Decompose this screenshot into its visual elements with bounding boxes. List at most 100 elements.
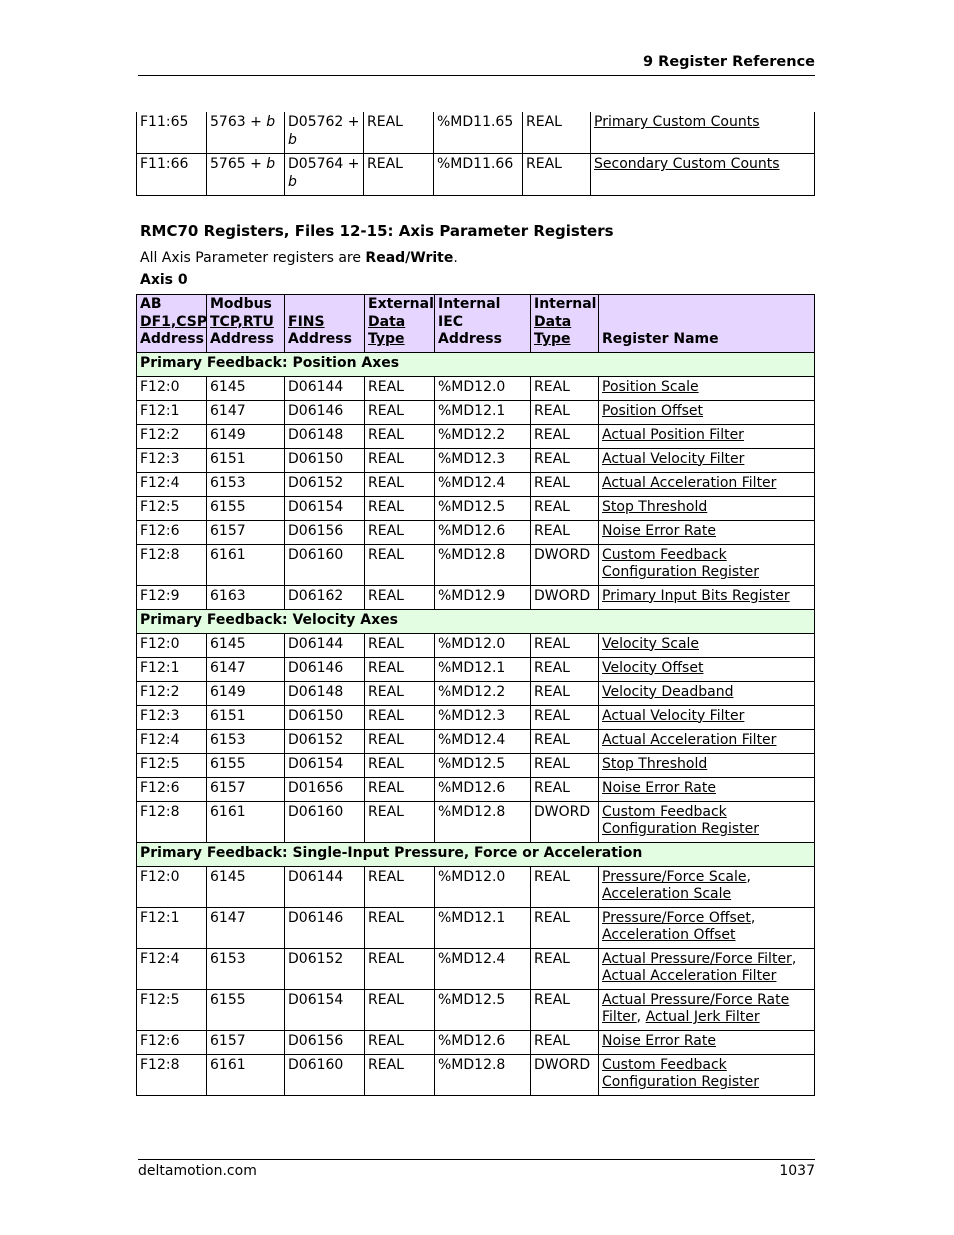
fins-address-cell: D06144 — [284, 375, 365, 401]
modbus-address-cell: 5763 + b — [206, 112, 285, 154]
register-link[interactable]: Position Scale — [602, 379, 699, 395]
modbus-address-cell: 6155 — [206, 752, 285, 778]
link-int-data[interactable]: Data — [534, 314, 571, 330]
table-row: F12:6 6157 D06156 REAL %MD12.6 REAL Noise Erro… — [136, 519, 815, 545]
page-footer: deltamotion.com 1037 — [138, 1159, 815, 1179]
modbus-address-cell: 6157 — [206, 1029, 285, 1055]
modbus-address-cell: 6149 — [206, 423, 285, 449]
register-link[interactable]: Velocity Scale — [602, 636, 699, 652]
register-link[interactable]: Pressure/Force Offset — [602, 910, 751, 926]
ab-address-cell: F12:6 — [136, 519, 207, 545]
register-link[interactable]: Noise Error Rate — [602, 1033, 716, 1049]
register-link[interactable]: Actual Acceleration Filter — [602, 732, 776, 748]
register-name-cell: Noise Error Rate — [598, 519, 815, 545]
internal-type-cell: REAL — [530, 632, 599, 658]
register-link[interactable]: Actual Jerk Filter — [646, 1009, 760, 1025]
table-row: F12:5 6155 D06154 REAL %MD12.5 REAL Stop Thres… — [136, 752, 815, 778]
register-link[interactable]: Position Offset — [602, 403, 703, 419]
register-name-cell: Position Scale — [598, 375, 815, 401]
link-df1-csp[interactable]: DF1,CSP — [140, 314, 207, 330]
ab-address-cell: F12:5 — [136, 752, 207, 778]
col-ab-address: AB DF1,CSP Address — [136, 294, 207, 353]
table-row: F11:65 5763 + b D05762 + b REAL %MD11.65 REAL… — [136, 112, 815, 154]
modbus-address-cell: 6151 — [206, 447, 285, 473]
external-type-cell: REAL — [364, 800, 435, 843]
register-link[interactable]: Primary Input Bits Register — [602, 588, 790, 604]
register-link[interactable]: Primary Custom Counts — [594, 114, 760, 130]
external-type-cell: REAL — [364, 495, 435, 521]
register-link[interactable]: Pressure/Force Scale — [602, 869, 747, 885]
register-link[interactable]: Velocity Offset — [602, 660, 703, 676]
fins-address-cell: D05764 + b — [284, 153, 364, 196]
register-link[interactable]: Acceleration Offset — [602, 927, 736, 943]
internal-type-cell: REAL — [530, 399, 599, 425]
register-link[interactable]: Actual Position Filter — [602, 427, 744, 443]
iec-address-cell: %MD12.4 — [434, 471, 531, 497]
register-link[interactable]: Custom Feedback Configuration Register — [602, 547, 759, 581]
table-row: F12:8 6161 D06160 REAL %MD12.8 DWORD Custom Fe… — [136, 1053, 815, 1096]
group-header-row: Primary Feedback: Position Axes — [136, 351, 815, 377]
table-row: F12:4 6153 D06152 REAL %MD12.4 REAL Actual Pre… — [136, 947, 815, 990]
register-link[interactable]: Stop Threshold — [602, 756, 707, 772]
external-type-cell: REAL — [364, 1029, 435, 1055]
link-int-type[interactable]: Type — [534, 331, 571, 347]
register-link[interactable]: Actual Pressure/Force Filter — [602, 951, 792, 967]
register-name-cell: Actual Pressure/Force Rate Filter, Actua… — [598, 988, 815, 1031]
internal-type-cell: REAL — [530, 776, 599, 802]
register-link[interactable]: Actual Velocity Filter — [602, 708, 744, 724]
iec-address-cell: %MD12.2 — [434, 680, 531, 706]
axis-label: Axis 0 — [140, 272, 188, 288]
modbus-address-cell: 6161 — [206, 1053, 285, 1096]
internal-type-cell: DWORD — [530, 543, 599, 586]
register-link[interactable]: Actual Velocity Filter — [602, 451, 744, 467]
col-fins-address: FINS Address — [284, 294, 365, 353]
table-row: F12:3 6151 D06150 REAL %MD12.3 REAL Actual Vel… — [136, 447, 815, 473]
iec-address-cell: %MD12.8 — [434, 543, 531, 586]
fins-address-cell: D06160 — [284, 800, 365, 843]
table-header-row: AB DF1,CSP Address Modbus TCP,RTU Address FI… — [136, 294, 815, 353]
external-type-cell: REAL — [364, 728, 435, 754]
register-name-cell: Pressure/Force Scale, Acceleration Scale — [598, 865, 815, 908]
modbus-address-cell: 6151 — [206, 704, 285, 730]
iec-address-cell: %MD12.2 — [434, 423, 531, 449]
table-row: F12:4 6153 D06152 REAL %MD12.4 REAL Actual Acc… — [136, 471, 815, 497]
iec-address-cell: %MD12.6 — [434, 776, 531, 802]
link-ext-type[interactable]: Type — [368, 331, 405, 347]
register-link[interactable]: Acceleration Scale — [602, 886, 731, 902]
col-internal-iec-address: Internal IEC Address — [434, 294, 531, 353]
internal-type-cell: REAL — [530, 447, 599, 473]
link-ext-data[interactable]: Data — [368, 314, 405, 330]
internal-type-cell: DWORD — [530, 1053, 599, 1096]
external-type-cell: REAL — [364, 752, 435, 778]
fins-address-cell: D06146 — [284, 906, 365, 949]
modbus-address-cell: 6157 — [206, 519, 285, 545]
table-row: F12:6 6157 D01656 REAL %MD12.6 REAL Noise Erro… — [136, 776, 815, 802]
register-link[interactable]: Actual Acceleration Filter — [602, 475, 776, 491]
ab-address-cell: F12:4 — [136, 728, 207, 754]
register-link[interactable]: Secondary Custom Counts — [594, 156, 780, 172]
register-name-cell: Actual Acceleration Filter — [598, 471, 815, 497]
fins-address-cell: D06156 — [284, 519, 365, 545]
internal-type-cell: REAL — [530, 471, 599, 497]
register-name-cell: Actual Pressure/Force Filter, Actual Acc… — [598, 947, 815, 990]
register-name-cell: Actual Velocity Filter — [598, 704, 815, 730]
modbus-address-cell: 6145 — [206, 865, 285, 908]
register-link[interactable]: Velocity Deadband — [602, 684, 733, 700]
table-row: F11:66 5765 + b D05764 + b REAL %MD11.66 REAL… — [136, 153, 815, 196]
register-link[interactable]: Stop Threshold — [602, 499, 707, 515]
fins-address-cell: D06154 — [284, 495, 365, 521]
table-row: F12:1 6147 D06146 REAL %MD12.1 REAL Pressure/F… — [136, 906, 815, 949]
link-tcp-rtu[interactable]: TCP,RTU — [210, 314, 274, 330]
modbus-address-cell: 6147 — [206, 399, 285, 425]
register-name-cell: Secondary Custom Counts — [590, 153, 815, 196]
register-link[interactable]: Custom Feedback Configuration Register — [602, 804, 759, 838]
register-link[interactable]: Actual Acceleration Filter — [602, 968, 776, 984]
link-fins[interactable]: FINS — [288, 314, 325, 330]
fins-address-cell: D06162 — [284, 584, 365, 610]
iec-address-cell: %MD12.5 — [434, 752, 531, 778]
external-type-cell: REAL — [364, 947, 435, 990]
register-link[interactable]: Custom Feedback Configuration Register — [602, 1057, 759, 1091]
register-link[interactable]: Noise Error Rate — [602, 523, 716, 539]
ab-address-cell: F12:2 — [136, 423, 207, 449]
register-link[interactable]: Noise Error Rate — [602, 780, 716, 796]
